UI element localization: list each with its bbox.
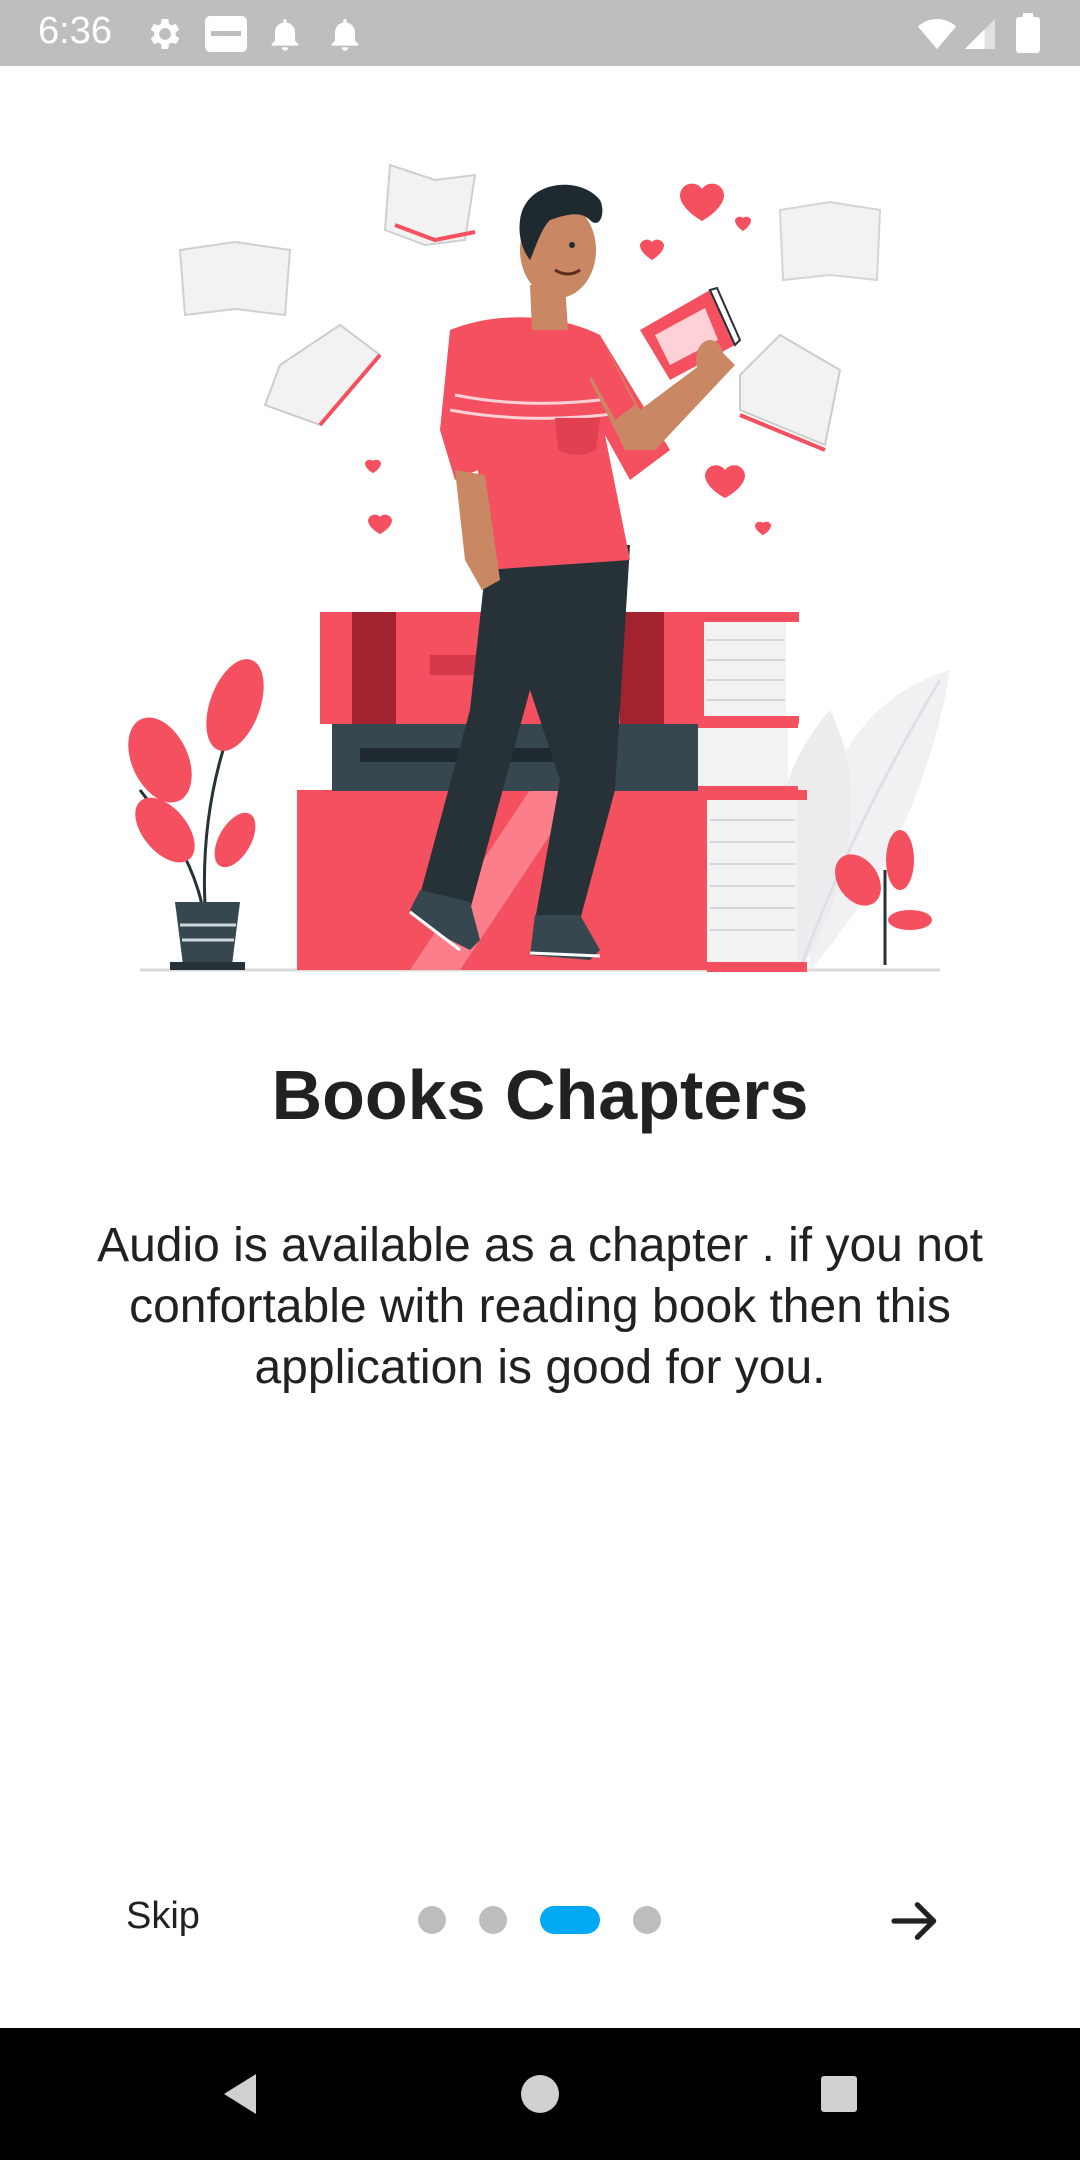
status-bar: 6:36 (0, 0, 1080, 66)
onboarding-description: Audio is available as a chapter . if you… (97, 1219, 983, 1394)
floating-book-icon (178, 240, 292, 317)
back-icon[interactable] (216, 2070, 264, 2118)
floating-book-icon (383, 163, 477, 247)
person-reading-books-illustration (128, 163, 950, 972)
signal-icon (965, 19, 995, 49)
floating-book-icon (778, 200, 882, 282)
floating-book-icon (739, 333, 842, 452)
bell-icon (271, 19, 299, 51)
onboarding-title: Books Chapters (271, 1056, 809, 1134)
gear-icon (150, 19, 180, 49)
potted-plant (128, 659, 264, 970)
recent-apps-icon[interactable] (815, 2070, 863, 2118)
bell-icon (331, 19, 359, 51)
page-dot[interactable] (479, 1906, 507, 1934)
battery-icon (1016, 13, 1040, 53)
page-dot-active[interactable] (540, 1906, 600, 1934)
app-notification-icon (205, 16, 247, 52)
arrow-right-icon[interactable] (887, 1893, 943, 1949)
floating-book-icon (263, 323, 382, 427)
page-dot[interactable] (418, 1906, 446, 1934)
page-dot[interactable] (633, 1906, 661, 1934)
home-icon[interactable] (516, 2070, 564, 2118)
status-time: 6:36 (38, 10, 112, 52)
wifi-icon (917, 19, 957, 49)
